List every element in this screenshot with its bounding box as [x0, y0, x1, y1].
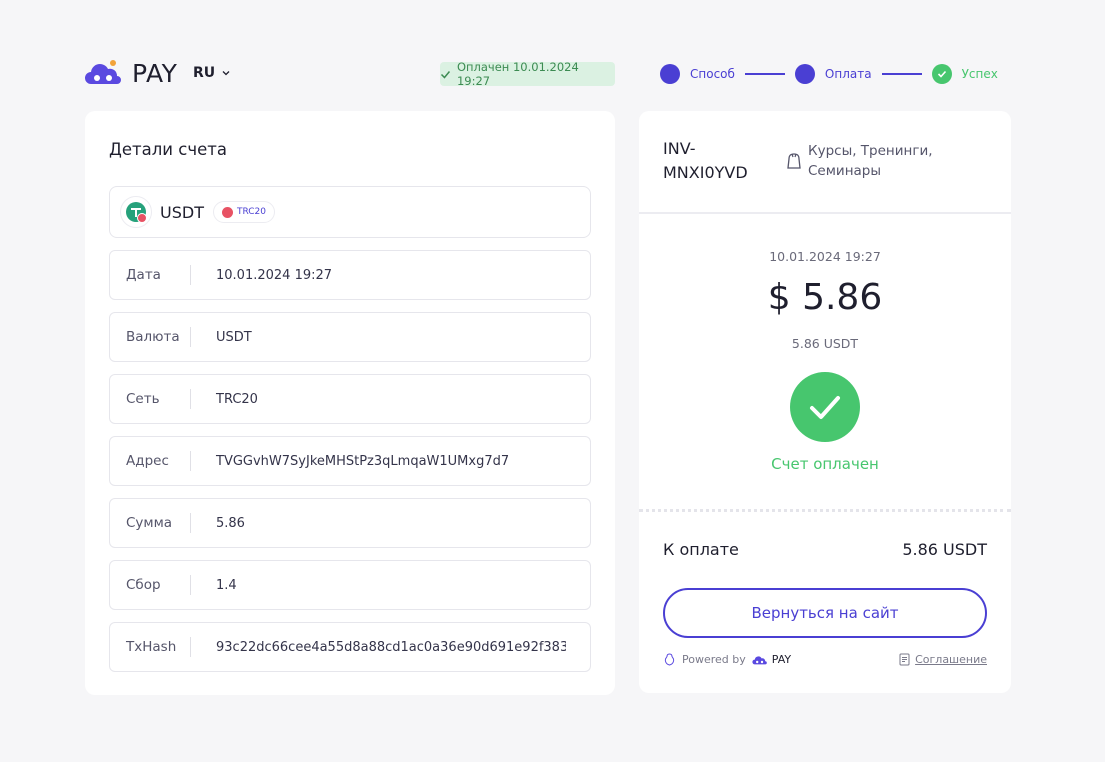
step-connector — [881, 73, 922, 75]
category-label: Курсы, Тренинги, Семинары — [808, 143, 933, 179]
cloud-logo-icon — [85, 60, 121, 84]
detail-value[interactable]: TVGGvhW7SyJkeMHStPz3qLmqaW1UMxg7d7 — [191, 454, 509, 469]
step-dot — [660, 64, 680, 84]
step-label: Успех — [961, 67, 998, 81]
powered-by-brand: PAY — [771, 653, 792, 666]
detail-value: TRC20 — [216, 391, 258, 407]
detail-value: 5.86 — [216, 515, 245, 531]
detail-row-network: Сеть TRC20 — [109, 374, 591, 424]
bag-icon — [787, 153, 801, 169]
coin-row: USDT TRC20 — [109, 186, 591, 238]
cloud-logo-icon — [752, 655, 767, 664]
detail-row-fee: Сбор 1.4 — [109, 560, 591, 610]
paid-status-text: Оплачен 10.01.2024 19:27 — [456, 60, 579, 88]
step-method[interactable]: Способ — [660, 64, 735, 84]
check-icon — [440, 70, 451, 79]
step-dot — [794, 64, 815, 84]
document-icon — [899, 653, 910, 666]
detail-value: 1.4 — [216, 577, 237, 593]
detail-row-currency: Валюта USDT — [109, 312, 591, 362]
detail-key: Валюта — [126, 329, 180, 345]
divider — [639, 212, 1011, 214]
step-label: Оплата — [824, 67, 872, 81]
tether-icon — [120, 196, 152, 228]
step-label: Способ — [690, 67, 735, 81]
detail-row-amount: Сумма 5.86 — [109, 498, 591, 548]
detail-row-address: Адрес TVGGvhW7SyJkeMHStPz3qLmqaW1UMxg7d7 — [109, 436, 591, 486]
progress-steps: Способ Оплата Успех — [660, 64, 998, 84]
network-badge: TRC20 — [212, 201, 276, 223]
payment-summary-card: INV-MNXI0YVD Курсы, Тренинги, Семинары 1… — [639, 111, 1011, 693]
agreement-label: Соглашение — [915, 653, 987, 666]
to-pay-value: 5.86 USDT — [902, 540, 987, 559]
invoice-date: 10.01.2024 19:27 — [769, 249, 881, 264]
invoice-details-card: Детали счета USDT TRC20 Дата 10.01.2024 … — [85, 111, 615, 695]
coin-name: USDT — [160, 202, 204, 222]
detail-key: Сумма — [126, 515, 173, 531]
powered-by-label: Powered by — [682, 653, 746, 666]
details-title: Детали счета — [109, 140, 227, 159]
tron-icon — [221, 206, 233, 218]
brand-name: PAY — [132, 58, 178, 88]
brand-logo[interactable]: PAY — [85, 58, 177, 88]
network-badge-label: TRC20 — [236, 207, 267, 217]
language-label: RU — [193, 65, 216, 81]
invoice-amount-crypto: 5.86 USDT — [791, 336, 859, 351]
invoice-amount: $ 5.86 — [767, 277, 883, 318]
detail-key: TxHash — [126, 639, 177, 655]
step-success[interactable]: Успех — [931, 64, 998, 84]
payment-status-text: Счет оплачен — [771, 455, 879, 473]
language-selector[interactable]: RU — [193, 65, 230, 81]
dotted-divider — [639, 509, 1011, 512]
invoice-category: Курсы, Тренинги, Семинары — [786, 141, 938, 181]
detail-key: Сбор — [126, 577, 161, 593]
to-pay-label: К оплате — [663, 540, 739, 559]
detail-value: 10.01.2024 19:27 — [216, 267, 333, 283]
detail-key: Сеть — [126, 391, 160, 407]
detail-value: USDT — [216, 329, 252, 345]
paid-status-badge: Оплачен 10.01.2024 19:27 — [440, 60, 615, 88]
chevron-down-icon — [222, 71, 230, 76]
detail-key: Дата — [126, 267, 161, 283]
invoice-id: INV-MNXI0YVD — [663, 139, 748, 182]
return-to-site-button[interactable]: Вернуться на сайт — [663, 588, 987, 638]
detail-row-txhash: TxHash 93c22dc66cee4a55d8a88cd1ac0a36e90… — [109, 622, 591, 672]
agreement-link[interactable]: Соглашение — [899, 653, 987, 666]
shield-icon — [664, 653, 675, 666]
detail-key: Адрес — [126, 453, 169, 469]
detail-row-date: Дата 10.01.2024 19:27 — [109, 250, 591, 300]
success-check-icon — [790, 372, 860, 442]
to-pay-row: К оплате 5.86 USDT — [663, 540, 987, 559]
detail-value[interactable]: 93c22dc66cee4a55d8a88cd1ac0a36e90d691e92… — [191, 640, 566, 655]
powered-by[interactable]: Powered by PAY — [663, 653, 791, 666]
step-connector — [744, 73, 785, 75]
check-icon — [937, 70, 946, 78]
step-done-dot — [931, 64, 952, 84]
step-payment[interactable]: Оплата — [794, 64, 872, 84]
